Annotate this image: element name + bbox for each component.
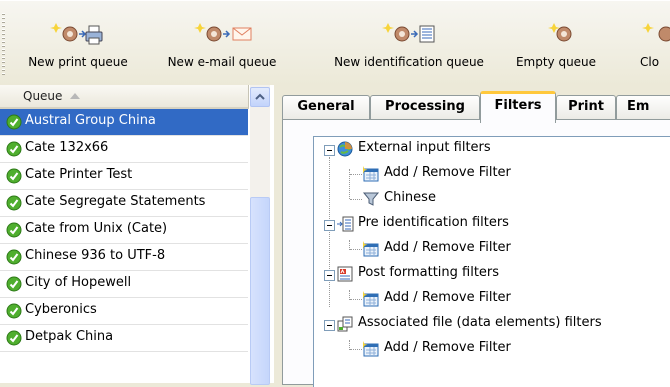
new-email-queue-button[interactable]: New e-mail queue bbox=[160, 15, 284, 79]
queue-properties-panel: General Processing Filters Print Em Exte… bbox=[278, 85, 670, 387]
queue-list-item[interactable]: Chinese 936 to UTF-8 bbox=[0, 244, 248, 271]
checkmark-icon bbox=[6, 195, 22, 211]
queue-name: Chinese 936 to UTF-8 bbox=[25, 248, 166, 263]
checkmark-icon bbox=[6, 141, 22, 157]
tab-print[interactable]: Print bbox=[556, 95, 616, 119]
collapse-associated-file-toggle[interactable] bbox=[324, 320, 335, 331]
queue-column-header[interactable]: Queue bbox=[0, 85, 249, 109]
post-formatting-icon bbox=[337, 266, 353, 282]
new-email-queue-icon bbox=[194, 23, 252, 42]
toolbar: New print queue New e-mail queue New ide… bbox=[0, 0, 670, 86]
queue-list: Austral Group China Cate 132x66 Cate Print… bbox=[0, 109, 248, 352]
checkmark-icon bbox=[6, 276, 22, 292]
tree-node-label: Add / Remove Filter bbox=[384, 165, 511, 180]
add-remove-filter-icon bbox=[363, 166, 379, 182]
toolbar-grip[interactable] bbox=[2, 13, 5, 75]
collapse-post-formatting-toggle[interactable] bbox=[324, 270, 335, 281]
tree-node-label: Pre identification filters bbox=[358, 215, 509, 230]
tree-node-label: Chinese bbox=[384, 190, 436, 205]
filters-tree-view[interactable]: External input filters Add / Remove Filt… bbox=[313, 136, 670, 387]
tree-node-label: Add / Remove Filter bbox=[384, 340, 511, 355]
empty-queue-icon bbox=[548, 23, 572, 42]
collapse-pre-identification-toggle[interactable] bbox=[324, 220, 335, 231]
empty-queue-button[interactable]: Empty queue bbox=[510, 15, 602, 79]
scrollbar-thumb[interactable] bbox=[250, 197, 270, 385]
queue-list-item[interactable]: City of Hopewell bbox=[0, 271, 248, 298]
checkmark-icon bbox=[6, 330, 22, 346]
queue-header-label: Queue bbox=[23, 89, 63, 103]
tab-processing[interactable]: Processing bbox=[370, 95, 480, 119]
new-identification-queue-icon bbox=[382, 23, 435, 43]
new-email-queue-label: New e-mail queue bbox=[167, 55, 277, 69]
globe-filter-icon bbox=[337, 141, 353, 157]
empty-queue-label: Empty queue bbox=[515, 55, 597, 69]
add-remove-filter-icon bbox=[363, 241, 379, 257]
queue-list-item[interactable]: Cate from Unix (Cate) bbox=[0, 217, 248, 244]
queue-name: Cate Segregate Statements bbox=[25, 194, 206, 209]
checkmark-icon bbox=[6, 249, 22, 265]
checkmark-icon bbox=[6, 114, 22, 130]
queue-name: Cate Printer Test bbox=[25, 167, 133, 182]
funnel-icon bbox=[362, 192, 380, 206]
new-print-queue-icon bbox=[50, 23, 103, 45]
tab-general[interactable]: General bbox=[282, 95, 370, 119]
scroll-up-button[interactable] bbox=[250, 87, 270, 107]
tree-node-label: External input filters bbox=[358, 140, 491, 155]
tree-node-label: Post formatting filters bbox=[358, 265, 500, 280]
queue-name: Cate 132x66 bbox=[25, 140, 109, 155]
new-identification-queue-button[interactable]: New identification queue bbox=[310, 15, 508, 79]
queue-list-scrollbar[interactable] bbox=[250, 85, 270, 385]
tree-node-label: Add / Remove Filter bbox=[384, 290, 511, 305]
queue-list-item[interactable]: Cate 132x66 bbox=[0, 136, 248, 163]
chevron-up-icon bbox=[255, 93, 265, 100]
tab-filters[interactable]: Filters bbox=[480, 91, 556, 123]
checkmark-icon bbox=[6, 168, 22, 184]
clone-queue-label: Clo bbox=[640, 55, 660, 69]
queue-name: Detpak China bbox=[25, 329, 114, 344]
tree-node-label: Add / Remove Filter bbox=[384, 240, 511, 255]
tree-node-label: Associated file (data elements) filters bbox=[358, 315, 602, 330]
tab-email[interactable]: Em bbox=[616, 95, 670, 119]
queue-list-item[interactable]: Detpak China bbox=[0, 325, 248, 352]
filters-tab-content: External input filters Add / Remove Filt… bbox=[282, 119, 670, 387]
new-identification-queue-label: New identification queue bbox=[334, 55, 484, 69]
new-print-queue-label: New print queue bbox=[28, 55, 128, 69]
clone-queue-button[interactable]: Clo bbox=[640, 15, 670, 79]
queue-list-item[interactable]: Cate Segregate Statements bbox=[0, 190, 248, 217]
queue-list-panel: Queue Austral Group China Cate 132x66 Cate… bbox=[0, 85, 278, 385]
collapse-external-input-toggle[interactable] bbox=[324, 145, 335, 156]
queue-name: Austral Group China bbox=[25, 113, 156, 128]
clone-queue-icon bbox=[642, 23, 670, 42]
sort-ascending-icon bbox=[70, 93, 80, 99]
queue-list-item[interactable]: Cyberonics bbox=[0, 298, 248, 325]
queue-name: City of Hopewell bbox=[25, 275, 132, 290]
add-remove-filter-icon bbox=[363, 341, 379, 357]
new-print-queue-button[interactable]: New print queue bbox=[8, 15, 148, 79]
associated-file-icon bbox=[337, 316, 353, 332]
pre-identification-icon bbox=[337, 216, 354, 232]
checkmark-icon bbox=[6, 222, 22, 238]
queue-list-item[interactable]: Cate Printer Test bbox=[0, 163, 248, 190]
add-remove-filter-icon bbox=[363, 291, 379, 307]
queue-name: Cyberonics bbox=[25, 302, 97, 317]
queue-name: Cate from Unix (Cate) bbox=[25, 221, 168, 236]
checkmark-icon bbox=[6, 303, 22, 319]
queue-list-item[interactable]: Austral Group China bbox=[0, 109, 248, 136]
